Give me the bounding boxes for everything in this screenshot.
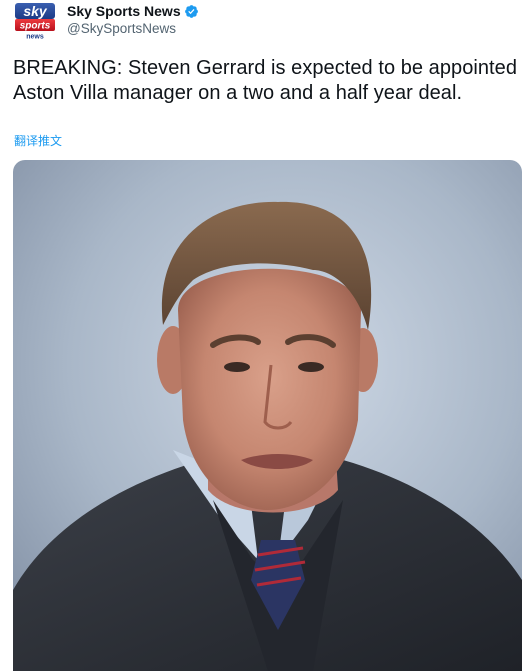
translate-tweet-link[interactable]: 翻译推文: [14, 134, 62, 148]
verified-badge-icon: [184, 4, 198, 18]
man-portrait-photo: [13, 160, 522, 671]
display-name[interactable]: Sky Sports News: [67, 3, 181, 19]
tweet-text: BREAKING: Steven Gerrard is expected to …: [13, 57, 517, 104]
svg-text:sky: sky: [23, 3, 48, 19]
author-name-row[interactable]: Sky Sports News: [67, 3, 199, 19]
tweet-card: sky sports news Sky Sports News @SkySpor…: [0, 0, 526, 671]
svg-text:news: news: [26, 34, 44, 41]
sky-sports-news-logo-icon: sky sports news: [15, 3, 55, 41]
svg-text:sports: sports: [20, 21, 51, 32]
tweet-photo[interactable]: [13, 160, 522, 671]
avatar[interactable]: sky sports news: [12, 2, 58, 41]
author-handle[interactable]: @SkySportsNews: [67, 21, 176, 37]
